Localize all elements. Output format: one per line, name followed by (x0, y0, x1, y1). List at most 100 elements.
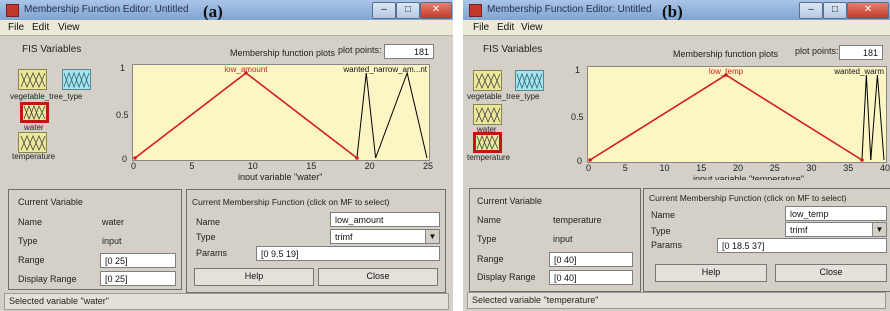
x-tick-label: 5 (189, 161, 195, 171)
close-button[interactable]: Close (775, 264, 887, 282)
display-range-input[interactable]: [0 40] (549, 270, 633, 285)
mf-plot-svg[interactable]: low_temp wanted_warm (588, 67, 886, 162)
maximize-button[interactable]: □ (823, 2, 847, 19)
input-box-water[interactable] (473, 70, 502, 91)
menu-edit[interactable]: Edit (32, 22, 49, 33)
window-title: Membership Function Editor: Untitled (487, 4, 652, 15)
display-range-input[interactable]: [0 25] (100, 271, 176, 286)
mf-vertex-marker[interactable] (355, 156, 359, 160)
range-label: Range (18, 255, 45, 265)
membership-plot[interactable]: low_temp wanted_warm (587, 66, 887, 163)
close-window-button[interactable]: ✕ (420, 2, 452, 19)
name-label: Name (477, 215, 502, 225)
minimize-button[interactable]: – (372, 2, 396, 19)
input-box-water[interactable] (473, 104, 502, 125)
maximize-button[interactable]: □ (396, 2, 420, 19)
y-tick-1: 1 (575, 65, 581, 75)
range-label: Range (477, 254, 504, 264)
matlab-app-icon (469, 4, 482, 17)
mf-name-input[interactable]: low_temp (785, 206, 887, 221)
mf-editor-window-a: Membership Function Editor: Untitled – □… (0, 0, 453, 311)
menu-file[interactable]: File (8, 22, 24, 33)
params-label: Params (651, 240, 683, 250)
mf-curve-2[interactable] (861, 74, 872, 161)
menu-edit[interactable]: Edit (497, 22, 514, 33)
close-window-button[interactable]: ✕ (847, 2, 889, 19)
panel-label-b: (b) (662, 2, 683, 21)
mf-vertex-marker[interactable] (588, 158, 592, 162)
menu-file[interactable]: File (473, 22, 489, 33)
x-tick-label: 10 (247, 161, 258, 171)
panel-label-a: (a) (203, 2, 223, 21)
mf-curve-selected[interactable] (589, 74, 863, 161)
params-input[interactable]: [0 18.5 37] (717, 238, 887, 253)
x-tick-label: 35 (843, 163, 854, 173)
mf-name-input[interactable]: low_amount (330, 212, 440, 227)
mf-type-dropdown[interactable]: trimf ▼ (785, 222, 887, 237)
menu-view[interactable]: View (521, 22, 543, 33)
membership-plot[interactable]: low_amount wanted_narrow_am...nt (132, 64, 430, 161)
y-tick-0: 0 (122, 154, 128, 164)
mf-type-label: Type (196, 232, 216, 242)
x-tick-label: 0 (131, 161, 137, 171)
mf-plot-svg[interactable]: low_amount wanted_narrow_am...nt (133, 65, 429, 160)
input-box-temperature-selected[interactable] (473, 132, 502, 153)
mf-type-label: Type (651, 226, 671, 236)
input-box-temperature[interactable] (18, 132, 47, 153)
window-title: Membership Function Editor: Untitled (24, 4, 189, 15)
input-box-water-selected[interactable] (20, 102, 49, 123)
matlab-app-icon (6, 4, 19, 17)
upper-area: FIS Variables vegetable_tree_type water … (463, 36, 890, 184)
mf-name-label: Name (196, 217, 221, 227)
dropdown-arrow-icon[interactable]: ▼ (872, 223, 886, 236)
menu-bar: File Edit View (0, 20, 453, 36)
range-input[interactable]: [0 40] (549, 252, 633, 267)
type-value: input (553, 234, 573, 244)
input-box-water[interactable] (18, 69, 47, 90)
x-tick-label: 20 (733, 163, 744, 173)
display-range-label: Display Range (18, 274, 77, 284)
minimize-button[interactable]: – (799, 2, 823, 19)
title-bar: Membership Function Editor: Untitled – □… (0, 0, 453, 20)
fis-variables-title: FIS Variables (22, 44, 82, 55)
help-button[interactable]: Help (655, 264, 767, 282)
help-button[interactable]: Help (194, 268, 314, 286)
plot-points-input[interactable]: 181 (384, 44, 434, 59)
output-box[interactable] (62, 69, 91, 90)
mf-vertex-marker[interactable] (860, 158, 864, 162)
output-variable-label: vegetable_tree_type (10, 92, 83, 101)
type-value: input (102, 236, 122, 246)
mf-label-selected: low_amount (224, 65, 268, 74)
range-input[interactable]: [0 25] (100, 253, 176, 268)
dropdown-arrow-icon[interactable]: ▼ (425, 230, 439, 243)
mf-label-selected: low_temp (709, 67, 744, 76)
mf-curve-3[interactable] (870, 74, 885, 161)
mf-name-label: Name (651, 210, 676, 220)
mf-vertex-marker[interactable] (133, 156, 137, 160)
params-input[interactable]: [0 9.5 19] (256, 246, 440, 261)
plot-points-input[interactable]: 181 (839, 45, 883, 60)
close-button[interactable]: Close (318, 268, 438, 286)
display-range-label: Display Range (477, 272, 536, 282)
upper-area: FIS Variables vegetable_tree_type water … (0, 36, 453, 182)
menu-bar: File Edit View (463, 20, 890, 36)
y-tick-05: 0.5 (571, 112, 584, 122)
mf-curve-3[interactable] (375, 71, 428, 159)
status-bar: Selected variable "water" (4, 293, 449, 310)
name-label: Name (18, 217, 43, 227)
mf-curve-2[interactable] (356, 72, 377, 159)
menu-view[interactable]: View (58, 22, 80, 33)
y-tick-05: 0.5 (116, 110, 129, 120)
name-value: temperature (553, 215, 602, 225)
output-box[interactable] (515, 70, 544, 91)
y-tick-0: 0 (577, 156, 583, 166)
x-tick-label: 20 (364, 161, 375, 171)
mf-type-dropdown[interactable]: trimf ▼ (330, 229, 440, 244)
output-variable-label: vegetable_tree_type (467, 92, 540, 101)
x-tick-label: 40 (880, 163, 890, 173)
mf-type-value: trimf (335, 232, 353, 242)
current-mf-title: Current Membership Function (click on MF… (192, 197, 390, 207)
mf-curve-selected[interactable] (134, 71, 358, 159)
x-tick-label: 10 (659, 163, 670, 173)
current-mf-title: Current Membership Function (click on MF… (649, 193, 847, 203)
